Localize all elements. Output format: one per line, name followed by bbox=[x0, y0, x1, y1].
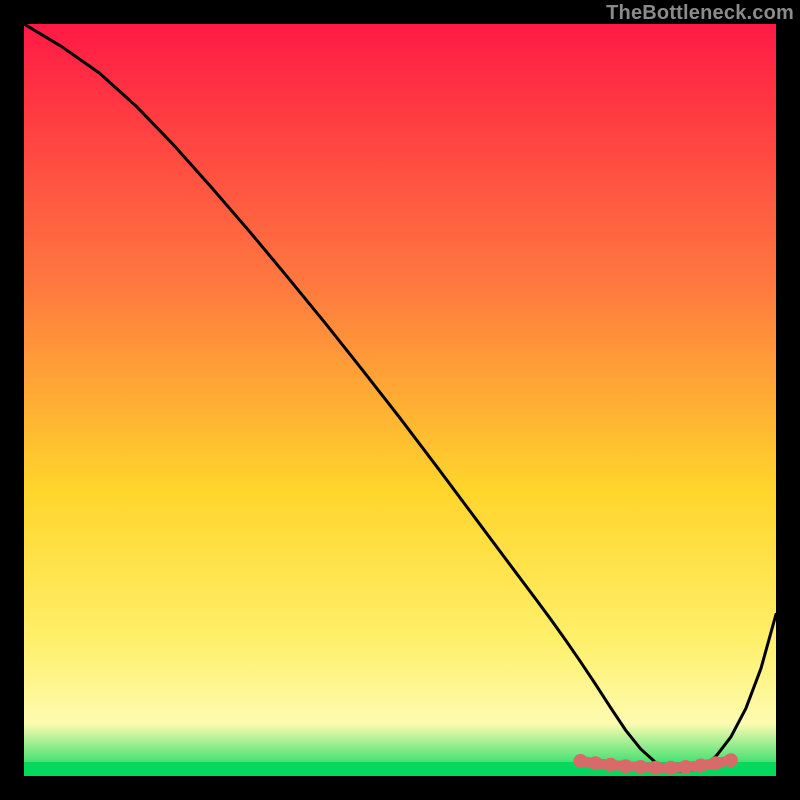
optimal-marker-dot bbox=[589, 756, 603, 770]
optimal-marker-dot bbox=[724, 753, 738, 767]
optimal-marker-dot bbox=[604, 758, 618, 772]
plot-area bbox=[24, 24, 776, 776]
gradient-background bbox=[24, 24, 776, 776]
optimal-marker-dot bbox=[709, 756, 723, 770]
optimal-marker-dot bbox=[664, 761, 678, 775]
optimal-marker-dot bbox=[634, 760, 648, 774]
optimal-marker-dot bbox=[649, 761, 663, 775]
optimal-marker-dot bbox=[679, 760, 693, 774]
optimal-marker-dot bbox=[619, 759, 633, 773]
chart-svg bbox=[24, 24, 776, 776]
frame-background: TheBottleneck.com bbox=[0, 0, 800, 800]
optimal-marker-dot bbox=[694, 758, 708, 772]
optimal-marker-dot bbox=[573, 754, 587, 768]
watermark-text: TheBottleneck.com bbox=[606, 2, 794, 25]
